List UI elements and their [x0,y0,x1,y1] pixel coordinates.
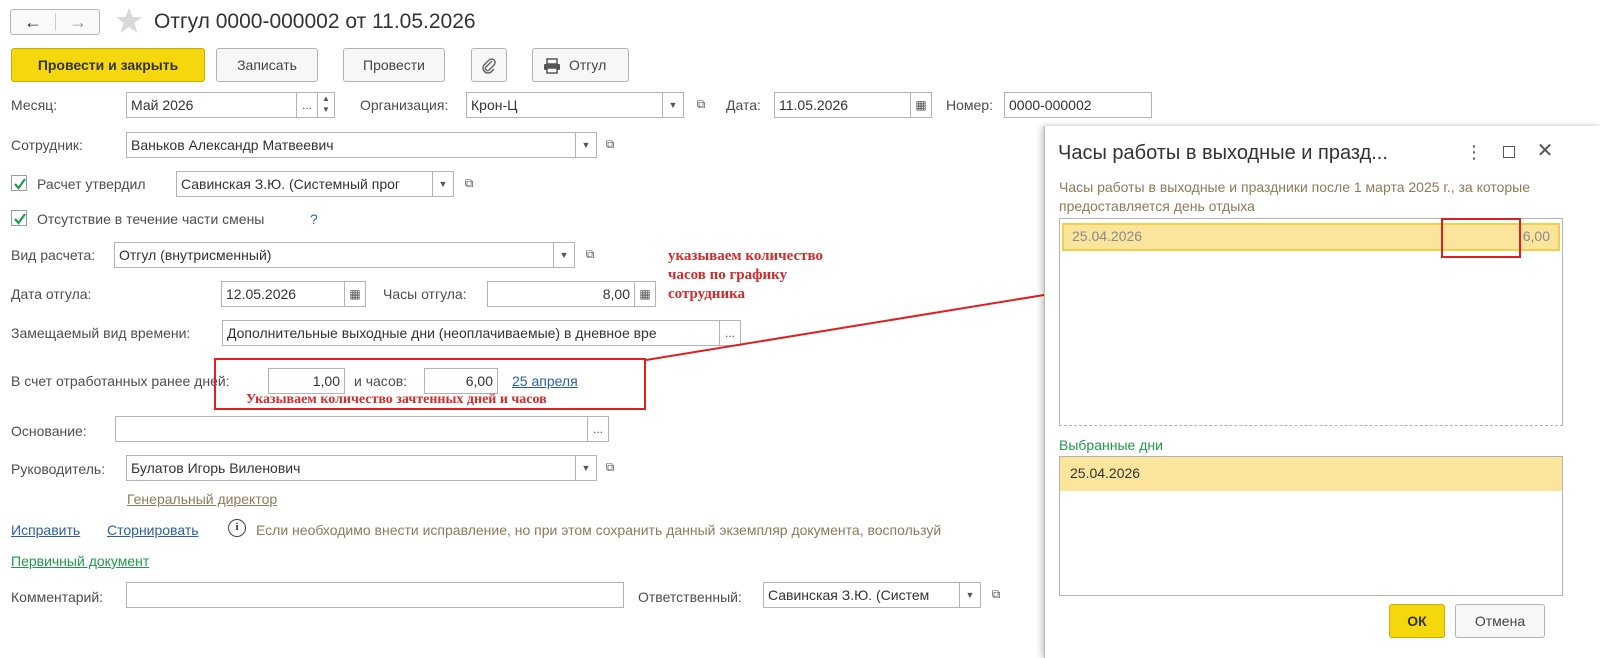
annotation-box-hours [1441,218,1521,258]
selected-day-date: 25.04.2026 [1070,465,1141,481]
available-day-date: 25.04.2026 [1072,228,1143,244]
ok-button[interactable]: ОК [1389,604,1445,638]
selected-day-row[interactable]: 25.04.2026 [1060,457,1562,491]
hours-dialog: Часы работы в выходные и празд... ⋮ ✕ Ча… [1044,126,1600,658]
selected-days-label: Выбранные дни [1059,437,1163,453]
maximize-icon[interactable] [1503,146,1515,158]
selected-days-list: 25.04.2026 [1059,456,1563,596]
dialog-title: Часы работы в выходные и празд... [1058,142,1388,164]
close-icon[interactable]: ✕ [1535,140,1555,162]
cancel-button[interactable]: Отмена [1455,604,1545,638]
dialog-description: Часы работы в выходные и праздники после… [1059,179,1531,214]
more-menu-icon[interactable]: ⋮ [1465,142,1483,162]
available-day-hours: 6,00 [1522,228,1550,244]
